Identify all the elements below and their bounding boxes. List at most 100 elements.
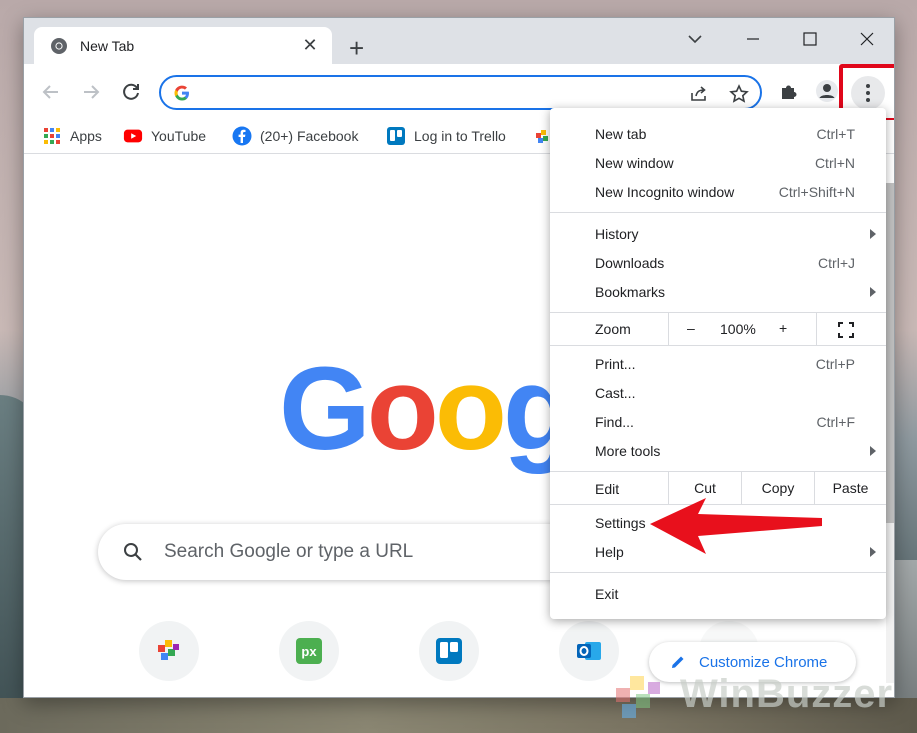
search-icon (124, 543, 142, 561)
menu-divider (550, 345, 886, 346)
menu-zoom-row: Zoom – 100% + (550, 313, 886, 345)
bookmark-facebook[interactable]: (20+) Facebook (232, 126, 358, 146)
menu-item-label: New window (595, 155, 674, 171)
menu-shortcut: Ctrl+T (816, 126, 856, 142)
tab-search-icon[interactable] (684, 28, 706, 50)
menu-item-label: New Incognito window (595, 184, 735, 200)
menu-item-label: More tools (595, 443, 661, 459)
customize-label: Customize Chrome (699, 653, 828, 671)
menu-shortcut: Ctrl+N (814, 155, 855, 171)
shortcut-tile[interactable] (139, 621, 199, 681)
colorful-cubes-icon (158, 640, 179, 660)
bookmark-label: (20+) Facebook (260, 128, 359, 144)
menu-item-bookmarks[interactable]: Bookmarks (550, 278, 886, 307)
scrollbar-thumb[interactable] (886, 183, 894, 523)
menu-divider (550, 212, 886, 213)
pencil-icon (672, 656, 684, 668)
menu-item-label: New tab (595, 126, 647, 142)
trello-icon (436, 638, 462, 664)
bookmark-label: Apps (70, 128, 102, 144)
menu-divider (550, 572, 886, 573)
menu-item-history[interactable]: History (550, 220, 886, 249)
bookmark-label: Log in to Trello (414, 128, 506, 144)
kebab-dot-icon (866, 98, 870, 102)
menu-shortcut: Ctrl+J (818, 255, 855, 271)
menu-item-new-tab[interactable]: New tab Ctrl+T (550, 120, 886, 149)
google-logo: Goog (279, 350, 575, 468)
shortcut-tile[interactable] (419, 621, 479, 681)
apps-grid-icon (44, 128, 60, 144)
menu-item-label: Bookmarks (595, 284, 666, 300)
menu-item-label: Find... (595, 414, 634, 430)
share-icon[interactable] (688, 83, 710, 105)
bookmark-trello[interactable]: Log in to Trello (386, 126, 506, 146)
menu-shortcut: Ctrl+Shift+N (778, 184, 855, 200)
minimize-icon[interactable] (742, 28, 764, 50)
extensions-puzzle-icon[interactable] (778, 80, 800, 102)
kebab-dot-icon (866, 84, 870, 88)
menu-shortcut: Ctrl+P (815, 356, 855, 372)
submenu-arrow-icon (870, 287, 876, 297)
bookmark-label: YouTube (151, 128, 207, 144)
tab-new-tab[interactable]: New Tab ✕ (34, 27, 332, 64)
youtube-icon (123, 129, 143, 143)
bookmark-star-icon[interactable] (728, 83, 750, 105)
search-placeholder: Search Google or type a URL (164, 541, 414, 562)
menu-item-exit[interactable]: Exit (550, 580, 886, 609)
profile-avatar-icon[interactable] (815, 79, 839, 103)
google-g-icon (174, 85, 189, 101)
tab-title: New Tab (80, 37, 135, 54)
svg-text:px: px (301, 644, 317, 659)
watermark-text: WinBuzzer (680, 672, 894, 716)
submenu-arrow-icon (870, 229, 876, 239)
menu-item-cast[interactable]: Cast... (550, 379, 886, 408)
menu-item-label: Help (595, 544, 624, 560)
pixlr-px-icon: px (296, 638, 322, 664)
chrome-icon (51, 37, 67, 54)
window-close-icon[interactable] (856, 28, 878, 50)
zoom-label: Zoom (595, 321, 631, 337)
submenu-arrow-icon (870, 446, 876, 456)
winbuzzer-logo-icon (616, 676, 660, 718)
trello-icon (387, 127, 405, 145)
back-arrow-icon[interactable] (38, 79, 64, 105)
chrome-menu-button[interactable] (851, 76, 885, 110)
facebook-icon (232, 126, 252, 146)
fullscreen-icon[interactable] (837, 321, 855, 339)
tab-strip: New Tab ✕ + (24, 18, 894, 64)
menu-item-label: Settings (595, 515, 646, 531)
red-arrow-annotation-icon (650, 498, 822, 554)
outlook-icon (577, 642, 601, 660)
zoom-level: 100% (720, 321, 756, 337)
shortcut-tile[interactable]: px (279, 621, 339, 681)
menu-item-label: Exit (595, 586, 619, 602)
menu-item-find[interactable]: Find... Ctrl+F (550, 408, 886, 437)
logo-letter: G (279, 343, 371, 475)
menu-item-new-incognito-window[interactable]: New Incognito window Ctrl+Shift+N (550, 178, 886, 207)
bookmark-apps[interactable]: Apps (42, 126, 102, 146)
menu-item-label: Print... (595, 356, 636, 372)
menu-item-label: Cast... (595, 385, 636, 401)
zoom-out-button[interactable]: – (687, 320, 695, 336)
tab-close-icon[interactable]: ✕ (300, 35, 320, 56)
menu-shortcut: Ctrl+F (816, 414, 856, 430)
logo-letter: o (434, 343, 507, 475)
reload-icon[interactable] (118, 79, 144, 105)
menu-item-label: Downloads (595, 255, 665, 271)
logo-letter: o (366, 343, 439, 475)
menu-item-label: History (595, 226, 639, 242)
kebab-dot-icon (866, 91, 870, 95)
submenu-arrow-icon (870, 547, 876, 557)
address-bar[interactable] (159, 75, 762, 110)
menu-item-downloads[interactable]: Downloads Ctrl+J (550, 249, 886, 278)
menu-item-print[interactable]: Print... Ctrl+P (550, 350, 886, 379)
forward-arrow-icon[interactable] (78, 79, 104, 105)
maximize-icon[interactable] (799, 28, 821, 50)
edit-label: Edit (595, 481, 620, 497)
menu-item-new-window[interactable]: New window Ctrl+N (550, 149, 886, 178)
bookmark-youtube[interactable]: YouTube (123, 126, 206, 146)
menu-item-more-tools[interactable]: More tools (550, 437, 886, 466)
zoom-in-button[interactable]: + (779, 320, 787, 336)
shortcut-tile[interactable] (559, 621, 619, 681)
new-tab-button[interactable]: + (349, 35, 364, 61)
